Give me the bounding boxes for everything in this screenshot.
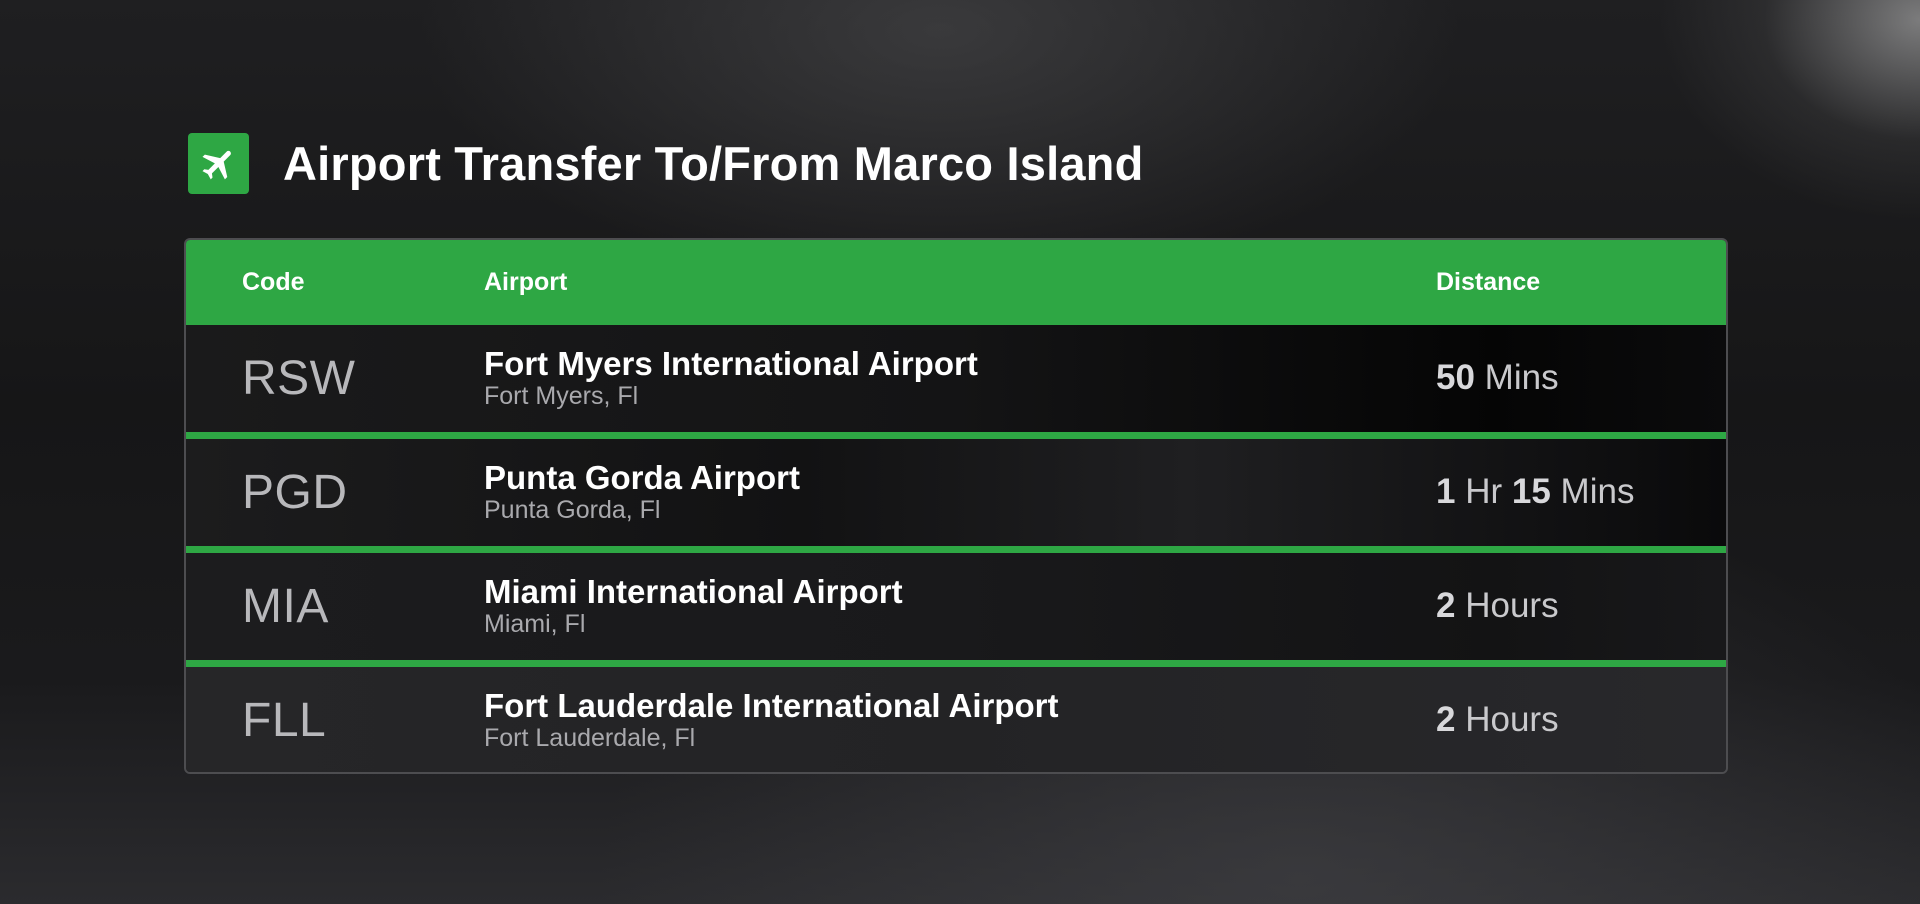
airplane-icon [188, 133, 249, 194]
distance-unit: Hours [1465, 700, 1559, 739]
airport-city: Fort Myers, Fl [484, 382, 639, 410]
travel-distance: 1 Hr 15 Mins [1436, 472, 1634, 512]
travel-distance: 2 Hours [1436, 700, 1559, 740]
row-divider [186, 660, 1726, 667]
distance-number: 1 [1436, 472, 1456, 511]
row-divider [186, 432, 1726, 439]
table-row: MIA Miami International Airport Miami, Fl 2… [186, 553, 1726, 660]
column-header-code: Code [242, 268, 305, 296]
table-row: RSW Fort Myers International Airport Fort … [186, 325, 1726, 432]
distance-number: 15 [1511, 472, 1551, 511]
distance-unit: Mins [1560, 472, 1635, 511]
airport-city: Miami, Fl [484, 610, 586, 638]
airport-city: Punta Gorda, Fl [484, 496, 661, 524]
row-divider [186, 546, 1726, 553]
airport-city: Fort Lauderdale, Fl [484, 724, 696, 752]
page-title: Airport Transfer To/From Marco Island [283, 137, 1144, 190]
airport-code: MIA [242, 580, 329, 633]
distance-unit: Mins [1484, 358, 1559, 397]
airport-name: Fort Myers International Airport [484, 345, 978, 382]
airport-name: Punta Gorda Airport [484, 459, 800, 496]
table-header: Code Airport Distance [186, 240, 1726, 325]
column-header-airport: Airport [484, 268, 568, 296]
airport-code: RSW [242, 352, 356, 405]
table-row: PGD Punta Gorda Airport Punta Gorda, Fl 1 H… [186, 439, 1726, 546]
table-row: FLL Fort Lauderdale International Airport… [186, 667, 1726, 772]
airport-name: Fort Lauderdale International Airport [484, 687, 1059, 724]
airport-code: FLL [242, 694, 327, 747]
distance-number: 50 [1436, 358, 1475, 397]
distance-number: 2 [1436, 700, 1456, 739]
travel-distance: 2 Hours [1436, 586, 1559, 626]
airport-table: Code Airport Distance RSW Fort Myers Inte… [184, 238, 1728, 774]
distance-unit: Hours [1465, 586, 1559, 625]
airport-name: Miami International Airport [484, 573, 903, 610]
distance-number: 2 [1436, 586, 1456, 625]
distance-unit: Hr [1465, 472, 1503, 511]
airport-code: PGD [242, 466, 348, 519]
column-header-distance: Distance [1436, 268, 1541, 296]
page-header: Airport Transfer To/From Marco Island [188, 133, 1144, 194]
travel-distance: 50 Mins [1436, 358, 1559, 398]
